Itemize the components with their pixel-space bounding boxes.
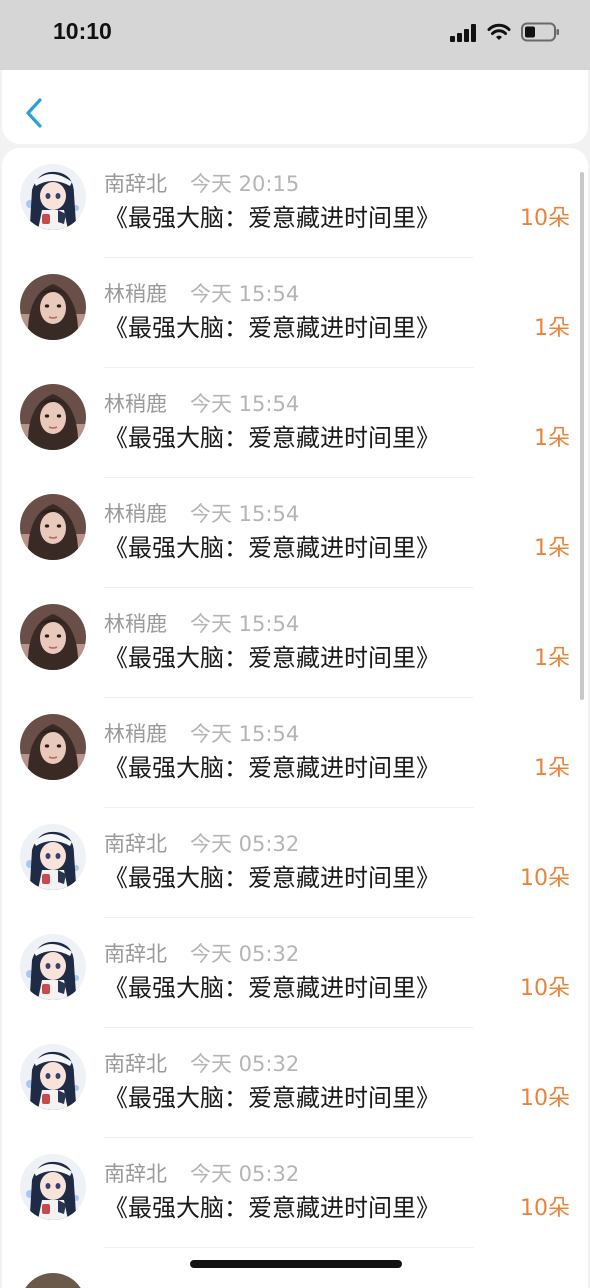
gift-list-item[interactable]: 林稍鹿 今天 15:54 《最强大脑：爱意藏进时间里》 1朵 bbox=[2, 588, 588, 698]
book-title: 《最强大脑：爱意藏进时间里》 bbox=[104, 644, 440, 672]
sender-name[interactable]: 林稍鹿 bbox=[104, 718, 167, 748]
chevron-left-icon[interactable] bbox=[22, 96, 46, 130]
sender-name[interactable]: 南辞北 bbox=[104, 1048, 167, 1078]
gift-list-item[interactable]: 南辞北 今天 05:32 《最强大脑：爱意藏进时间里》 10朵 bbox=[2, 918, 588, 1028]
gift-list-item[interactable]: 南辞北 今天 05:32 《最强大脑：爱意藏进时间里》 10朵 bbox=[2, 1028, 588, 1138]
status-time: 10:10 bbox=[53, 18, 112, 44]
avatar[interactable] bbox=[20, 1273, 86, 1288]
gift-time: 今天 15:54 bbox=[190, 282, 300, 306]
gift-list-item[interactable]: 林稍鹿 今天 15:54 《最强大脑：爱意藏进时间里》 1朵 bbox=[2, 478, 588, 588]
avatar[interactable] bbox=[20, 494, 86, 560]
book-title: 《最强大脑：爱意藏进时间里》 bbox=[104, 974, 440, 1002]
status-bar: 10:10 bbox=[0, 0, 590, 70]
gift-amount: 10朵 bbox=[520, 976, 570, 1001]
gift-time: 今天 15:54 bbox=[190, 392, 300, 416]
gift-time: 今天 15:54 bbox=[190, 612, 300, 636]
sender-name[interactable]: 南辞北 bbox=[104, 168, 167, 198]
book-title: 《最强大脑：爱意藏进时间里》 bbox=[104, 204, 440, 232]
nav-header bbox=[2, 70, 588, 144]
book-title: 《最强大脑：爱意藏进时间里》 bbox=[104, 314, 440, 342]
gift-list-item[interactable]: 南辞北 今天 05:32 《最强大脑：爱意藏进时间里》 10朵 bbox=[2, 808, 588, 918]
gift-amount: 1朵 bbox=[534, 536, 570, 561]
gift-list-item[interactable]: 南辞北 今天 05:32 《最强大脑：爱意藏进时间里》 10朵 bbox=[2, 1138, 588, 1248]
sender-name[interactable]: 林稍鹿 bbox=[104, 388, 167, 418]
gift-list-item[interactable]: 林稍鹿 今天 15:54 《最强大脑：爱意藏进时间里》 1朵 bbox=[2, 698, 588, 808]
sender-name[interactable]: 南辞北 bbox=[104, 828, 167, 858]
sender-name[interactable]: 南辞北 bbox=[104, 1158, 167, 1188]
gift-amount: 10朵 bbox=[520, 866, 570, 891]
avatar[interactable] bbox=[20, 604, 86, 670]
gift-time: 今天 20:15 bbox=[190, 172, 300, 196]
status-icons bbox=[450, 20, 560, 46]
gift-amount: 10朵 bbox=[520, 1196, 570, 1221]
gift-amount: 1朵 bbox=[534, 426, 570, 451]
book-title: 《最强大脑：爱意藏进时间里》 bbox=[104, 534, 440, 562]
book-title: 《最强大脑：爱意藏进时间里》 bbox=[104, 1194, 440, 1222]
gift-list-item[interactable]: 林稍鹿 今天 15:54 《最强大脑：爱意藏进时间里》 1朵 bbox=[2, 368, 588, 478]
avatar[interactable] bbox=[20, 384, 86, 450]
gift-list-item[interactable]: 林稍鹿 今天 15:54 《最强大脑：爱意藏进时间里》 1朵 bbox=[2, 258, 588, 368]
cellular-signal-icon bbox=[450, 24, 478, 42]
avatar[interactable] bbox=[20, 1154, 86, 1220]
gift-time: 今天 05:32 bbox=[190, 1052, 300, 1076]
gift-time: 今天 15:54 bbox=[190, 722, 300, 746]
gift-amount: 10朵 bbox=[520, 206, 570, 231]
gift-time: 今天 05:32 bbox=[190, 832, 300, 856]
book-title: 《最强大脑：爱意藏进时间里》 bbox=[104, 864, 440, 892]
gift-list-item[interactable]: 南辞北 今天 20:15 《最强大脑：爱意藏进时间里》 10朵 bbox=[2, 148, 588, 258]
wifi-icon bbox=[487, 23, 511, 40]
scrollbar[interactable] bbox=[580, 172, 584, 700]
avatar[interactable] bbox=[20, 274, 86, 340]
gift-amount: 1朵 bbox=[534, 316, 570, 341]
gift-time: 今天 05:32 bbox=[190, 1162, 300, 1186]
avatar[interactable] bbox=[20, 934, 86, 1000]
sender-name[interactable]: 南辞北 bbox=[104, 938, 167, 968]
sender-name[interactable]: 林稍鹿 bbox=[104, 278, 167, 308]
gift-amount: 1朵 bbox=[534, 756, 570, 781]
sender-name[interactable]: 林稍鹿 bbox=[104, 608, 167, 638]
row-divider bbox=[104, 1247, 474, 1248]
gift-time: 今天 05:32 bbox=[190, 942, 300, 966]
gift-amount: 10朵 bbox=[520, 1086, 570, 1111]
avatar[interactable] bbox=[20, 714, 86, 780]
avatar[interactable] bbox=[20, 824, 86, 890]
battery-icon bbox=[521, 22, 559, 42]
book-title: 《最强大脑：爱意藏进时间里》 bbox=[104, 424, 440, 452]
book-title: 《最强大脑：爱意藏进时间里》 bbox=[104, 1084, 440, 1112]
book-title: 《最强大脑：爱意藏进时间里》 bbox=[104, 754, 440, 782]
avatar[interactable] bbox=[20, 1044, 86, 1110]
gift-time: 今天 15:54 bbox=[190, 502, 300, 526]
home-indicator[interactable] bbox=[190, 1260, 402, 1268]
avatar[interactable] bbox=[20, 164, 86, 230]
gift-list: 南辞北 今天 20:15 《最强大脑：爱意藏进时间里》 10朵 林稍鹿 今天 15:54… bbox=[2, 148, 588, 1288]
gift-amount: 1朵 bbox=[534, 646, 570, 671]
sender-name[interactable]: 林稍鹿 bbox=[104, 498, 167, 528]
